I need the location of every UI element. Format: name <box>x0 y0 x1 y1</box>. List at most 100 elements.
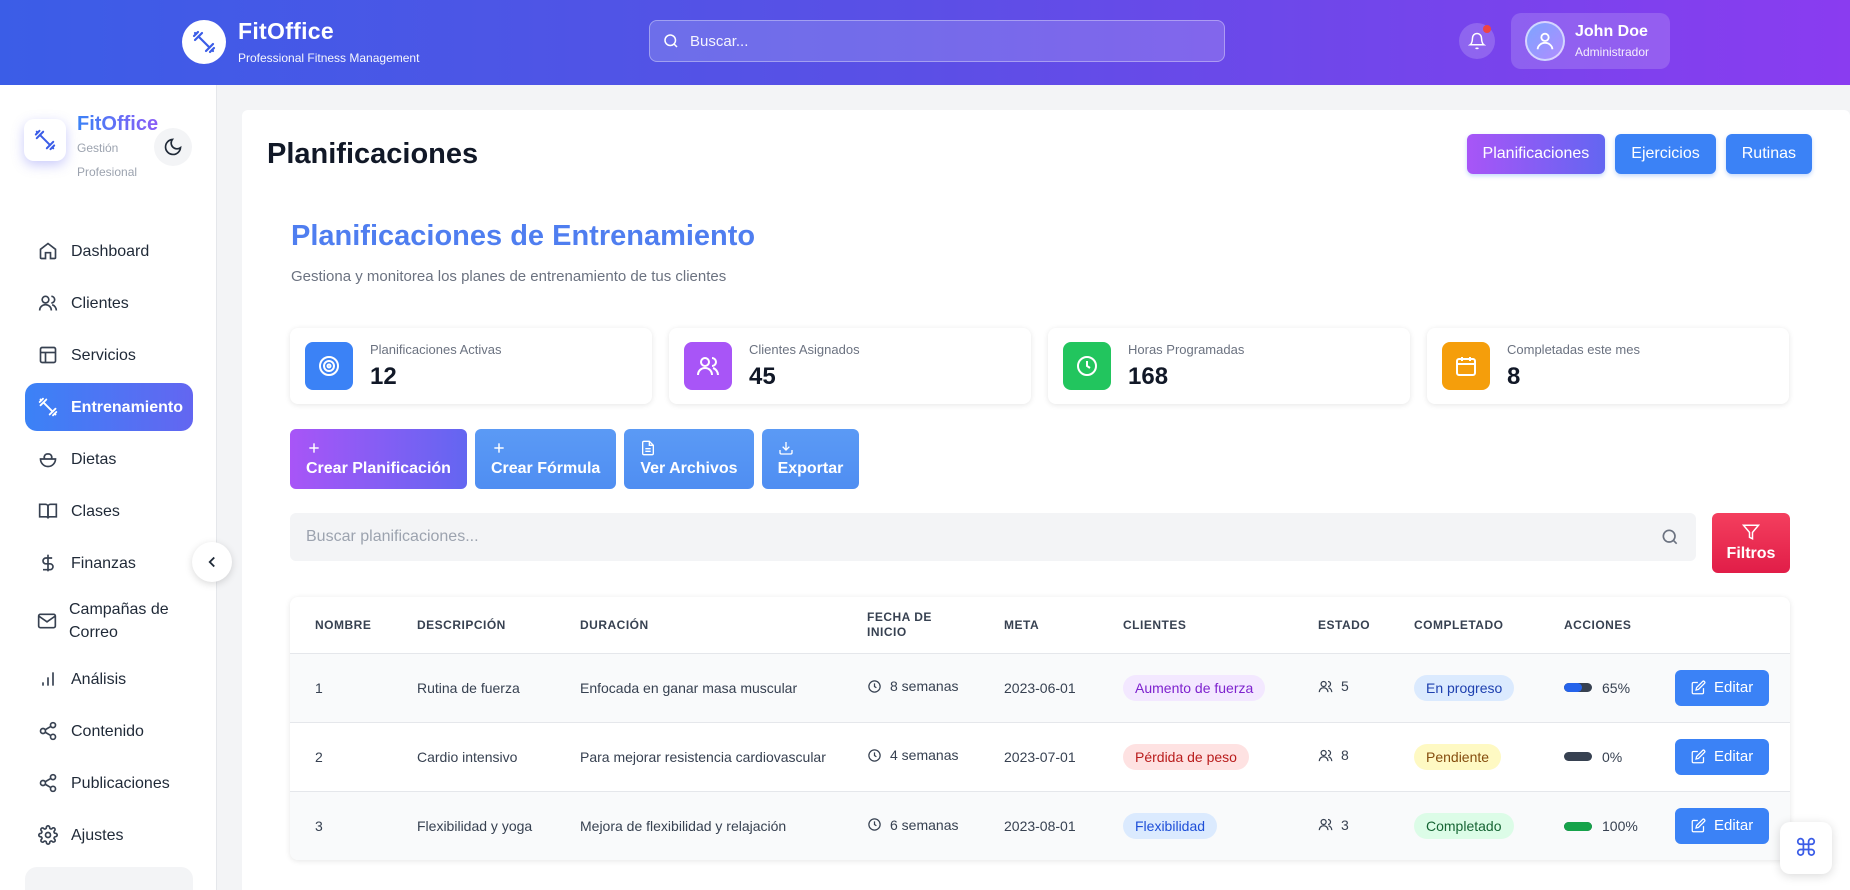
column-header[interactable]: CLIENTES <box>1098 597 1293 653</box>
stat-label: Planificaciones Activas <box>370 341 502 357</box>
home-icon <box>37 240 59 262</box>
sidebar-item-label: Dashboard <box>71 242 150 260</box>
sidebar-item-dietas[interactable]: Dietas <box>25 435 193 483</box>
goal-badge: Aumento de fuerza <box>1123 674 1266 701</box>
sidebar-brand[interactable]: FitOffice Gestión Profesional <box>24 113 158 184</box>
cell-name: Rutina de fuerza <box>392 652 555 722</box>
sidebar-item-clientes[interactable]: Clientes <box>25 279 193 327</box>
column-header[interactable]: ACCIONES <box>1539 597 1650 653</box>
create-plan-button[interactable]: Crear Planificación <box>290 429 467 489</box>
sidebar-item-entrenamiento[interactable]: Entrenamiento <box>25 383 193 431</box>
sidebar-nav: Dashboard Clientes Servicios Entrenamien… <box>25 227 193 863</box>
cell-id: 1 <box>290 652 392 722</box>
column-header[interactable]: META <box>979 597 1098 653</box>
file-icon <box>640 440 656 456</box>
notifications-button[interactable] <box>1459 23 1495 59</box>
plans-search[interactable] <box>290 513 1696 561</box>
column-header[interactable]: FECHA DE INICIO <box>842 597 979 653</box>
sidebar-item-ajustes[interactable]: Ajustes <box>25 811 193 859</box>
brand[interactable]: FitOffice Professional Fitness Managemen… <box>182 18 419 65</box>
page-title: Planificaciones <box>267 138 479 170</box>
view-files-label: Ver Archivos <box>640 460 738 477</box>
column-header[interactable]: DESCRIPCIÓN <box>392 597 555 653</box>
progress-fill <box>1564 821 1592 831</box>
sidebar-item-label: Clases <box>71 502 120 520</box>
progress-label: 0% <box>1602 748 1623 765</box>
sidebar-footer[interactable] <box>25 867 193 890</box>
mail-icon <box>37 610 57 632</box>
sidebar-item-publicaciones[interactable]: Publicaciones <box>25 759 193 807</box>
cell-duration: 8 semanas <box>842 652 979 722</box>
stat-card-active-plans: Planificaciones Activas 12 <box>290 328 652 404</box>
user-name: John Doe <box>1575 23 1648 40</box>
clock-icon <box>867 748 882 763</box>
user-menu[interactable]: John Doe Administrador <box>1511 13 1670 69</box>
edit-button[interactable]: Editar <box>1675 738 1770 775</box>
cell-progress: 0% <box>1539 721 1650 791</box>
sidebar-collapse-button[interactable] <box>192 542 232 582</box>
cell-name: Flexibilidad y yoga <box>392 790 555 860</box>
cell-actions: Editar <box>1650 721 1790 791</box>
sidebar-brand-title: FitOffice <box>77 113 159 135</box>
stat-value: 168 <box>1128 362 1169 390</box>
filters-button[interactable]: Filtros <box>1712 513 1790 573</box>
edit-button[interactable]: Editar <box>1675 669 1770 706</box>
cell-start-date: 2023-08-01 <box>979 790 1098 860</box>
column-header[interactable]: DURACIÓN <box>555 597 842 653</box>
stats-row: Planificaciones Activas 12 Clientes Asig… <box>290 328 1789 404</box>
goal-badge: Flexibilidad <box>1123 812 1218 839</box>
sidebar-item-servicios[interactable]: Servicios <box>25 331 193 379</box>
column-header[interactable]: ESTADO <box>1293 597 1389 653</box>
share-icon <box>37 772 59 794</box>
theme-toggle-button[interactable] <box>154 128 192 166</box>
global-search-input[interactable] <box>690 32 1190 50</box>
sidebar-item-label: Servicios <box>71 346 136 364</box>
edit-button[interactable]: Editar <box>1675 807 1770 844</box>
cell-description: Para mejorar resistencia cardiovascular <box>555 721 842 791</box>
sidebar-item-analisis[interactable]: Análisis <box>25 655 193 703</box>
command-palette-button[interactable]: ⌘ <box>1780 822 1832 874</box>
sidebar-item-campanas-de-correo[interactable]: Campañas de Correo <box>25 591 193 651</box>
download-icon <box>778 440 794 456</box>
sidebar-item-finanzas[interactable]: Finanzas <box>25 539 193 587</box>
cell-id: 3 <box>290 790 392 860</box>
command-icon: ⌘ <box>1794 834 1818 862</box>
tab-rutinas[interactable]: Rutinas <box>1725 134 1812 174</box>
goal-badge: Pérdida de peso <box>1123 743 1249 770</box>
layout-icon <box>37 344 59 366</box>
plus-icon <box>306 440 322 456</box>
column-header[interactable]: COMPLETADO <box>1389 597 1539 653</box>
table-row[interactable]: 3 Flexibilidad y yoga Mejora de flexibil… <box>290 790 1790 860</box>
stat-value: 45 <box>749 362 776 390</box>
cell-actions: Editar <box>1650 790 1790 860</box>
target-icon <box>305 342 353 390</box>
global-search[interactable] <box>649 20 1225 62</box>
view-files-button[interactable]: Ver Archivos <box>624 429 754 489</box>
sidebar-item-clases[interactable]: Clases <box>25 487 193 535</box>
plans-table: NOMBRE DESCRIPCIÓN DURACIÓN FECHA DE INI… <box>290 597 1790 860</box>
column-header[interactable]: NOMBRE <box>290 597 392 653</box>
calendar-icon <box>1442 342 1490 390</box>
top-bar: FitOffice Professional Fitness Managemen… <box>0 0 1850 85</box>
tab-planificaciones[interactable]: Planificaciones <box>1466 134 1606 174</box>
edit-icon <box>1691 749 1706 764</box>
sidebar-item-dashboard[interactable]: Dashboard <box>25 227 193 275</box>
export-button[interactable]: Exportar <box>761 429 860 489</box>
clock-icon <box>1063 342 1111 390</box>
cell-duration: 4 semanas <box>842 721 979 791</box>
cell-id: 2 <box>290 721 392 791</box>
sidebar-item-contenido[interactable]: Contenido <box>25 707 193 755</box>
sidebar-item-label: Finanzas <box>71 554 136 572</box>
tab-ejercicios[interactable]: Ejercicios <box>1615 134 1716 174</box>
plus-icon <box>491 440 507 456</box>
table-row[interactable]: 1 Rutina de fuerza Enfocada en ganar mas… <box>290 652 1790 722</box>
stat-card-completed-month: Completadas este mes 8 <box>1427 328 1789 404</box>
sidebar-item-label: Ajustes <box>71 826 124 844</box>
clients-count: 5 <box>1341 678 1349 695</box>
create-formula-button[interactable]: Crear Fórmula <box>474 429 617 489</box>
column-header-text: FECHA DE INICIO <box>867 609 932 639</box>
bell-icon <box>1468 32 1486 50</box>
table-row[interactable]: 2 Cardio intensivo Para mejorar resisten… <box>290 721 1790 791</box>
plans-search-input[interactable] <box>306 528 1606 546</box>
dollar-icon <box>37 552 59 574</box>
